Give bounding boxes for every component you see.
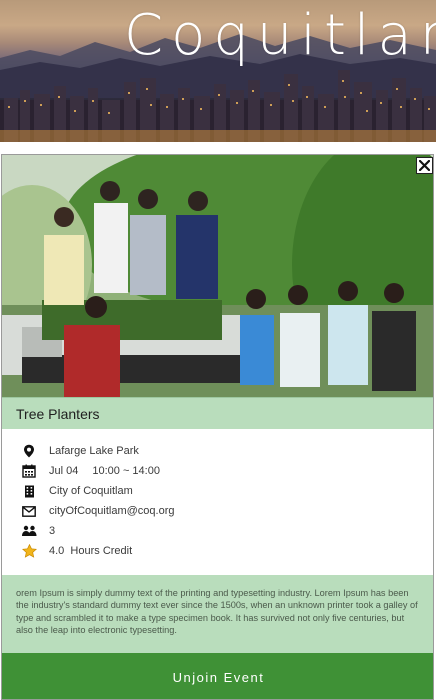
envelope-icon — [21, 503, 37, 519]
event-organizer: City of Coquitlam — [49, 485, 133, 497]
calendar-icon — [21, 463, 37, 479]
event-card: Tree Planters Lafarge Lake Park Jul 04 10… — [1, 154, 434, 700]
event-details: Lafarge Lake Park Jul 04 10:00 ~ 14:00 Ci… — [2, 429, 433, 575]
email-row: cityOfCoquitlam@coq.org — [2, 501, 433, 521]
star-icon — [21, 543, 37, 559]
people-icon — [21, 523, 37, 539]
date-time-row: Jul 04 10:00 ~ 14:00 — [2, 461, 433, 481]
event-date: Jul 04 — [49, 465, 79, 477]
participants-row: 3 — [2, 521, 433, 541]
credit-info: 4.0 Hours Credit — [49, 545, 132, 557]
event-detail-screen: Coquitlam — [0, 0, 436, 700]
skyline-illustration — [0, 70, 436, 142]
event-title-bar: Tree Planters — [2, 397, 433, 429]
city-banner: Coquitlam — [0, 0, 436, 142]
volunteers-photo-illustration — [2, 155, 433, 397]
event-title: Tree Planters — [16, 406, 100, 422]
organizer-row: City of Coquitlam — [2, 481, 433, 501]
close-button[interactable] — [416, 157, 433, 174]
event-email[interactable]: cityOfCoquitlam@coq.org — [49, 505, 175, 517]
location-pin-icon — [21, 443, 37, 459]
participant-count: 3 — [49, 525, 56, 537]
unjoin-event-button[interactable]: Unjoin Event — [2, 653, 433, 699]
event-description-panel: orem Ipsum is simply dummy text of the p… — [2, 575, 433, 653]
event-photo — [2, 155, 433, 397]
event-location: Lafarge Lake Park — [49, 445, 139, 457]
close-icon — [419, 160, 430, 171]
credit-value: 4.0 — [49, 545, 65, 557]
credit-label: Hours Credit — [70, 545, 133, 557]
credit-row: 4.0 Hours Credit — [2, 541, 433, 561]
event-date-time: Jul 04 10:00 ~ 14:00 — [49, 465, 160, 477]
unjoin-event-label: Unjoin Event — [172, 669, 265, 685]
app-title: Coquitlam — [124, 3, 436, 68]
event-description: orem Ipsum is simply dummy text of the p… — [16, 588, 418, 636]
building-icon — [21, 483, 37, 499]
location-row: Lafarge Lake Park — [2, 441, 433, 461]
event-time: 10:00 ~ 14:00 — [92, 465, 160, 477]
